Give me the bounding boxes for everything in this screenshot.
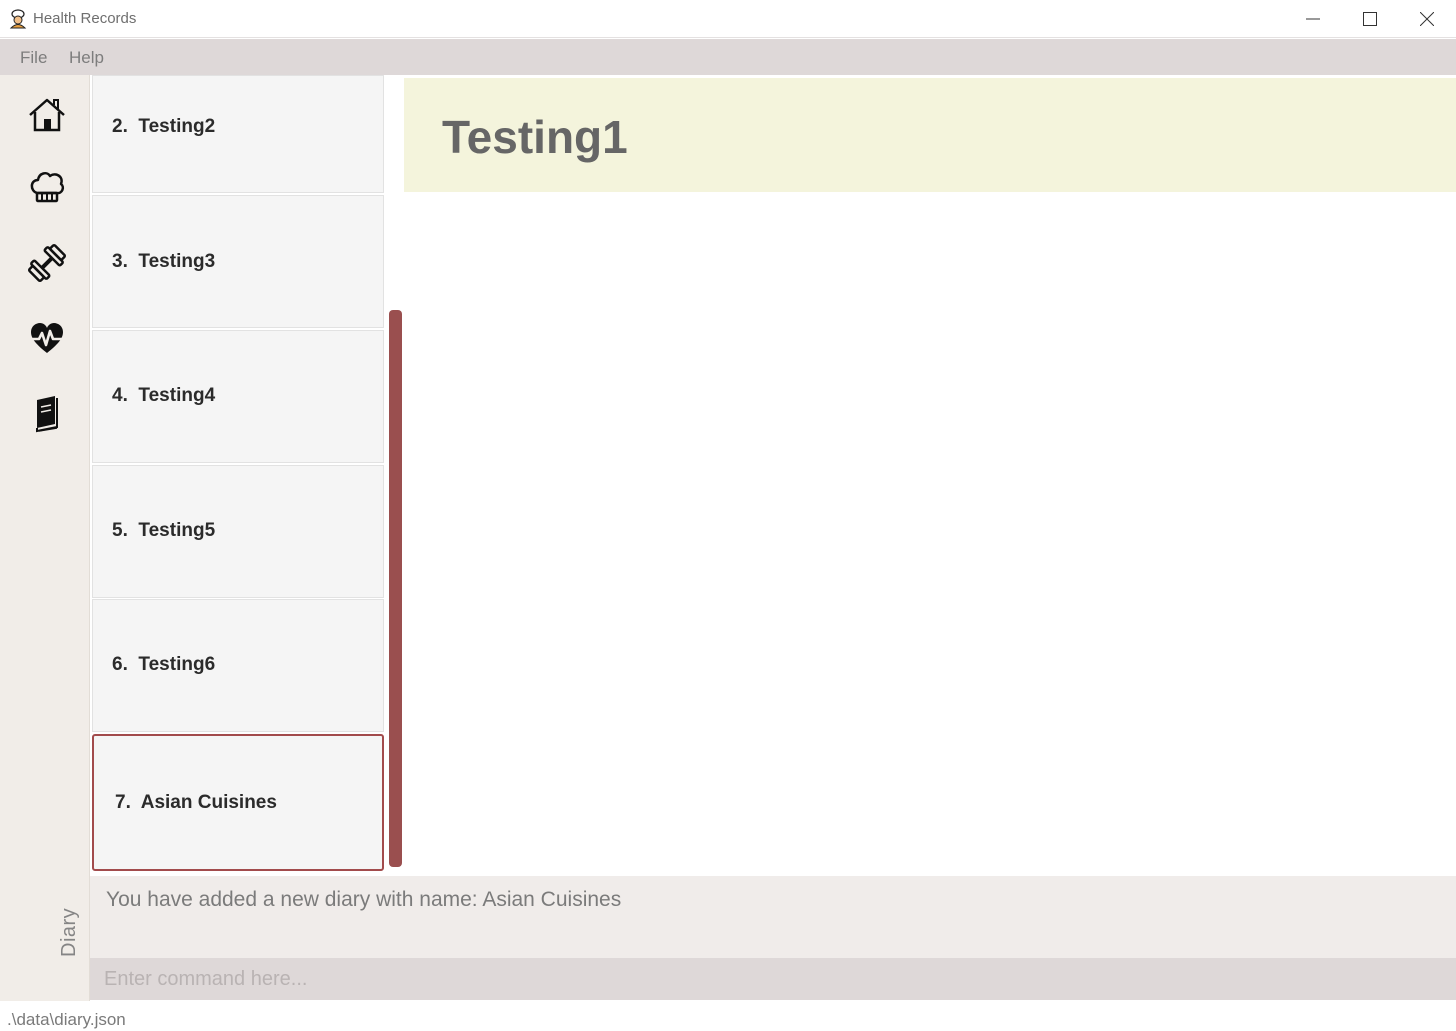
list-item[interactable]: 6. Testing6 [92, 599, 384, 732]
list-item[interactable]: 3. Testing3 [92, 195, 384, 328]
menu-file[interactable]: File [20, 48, 47, 68]
list-item-index: 5. [112, 520, 128, 541]
window-title: Health Records [33, 10, 137, 27]
chef-hat-icon[interactable] [27, 167, 67, 207]
list-item-name: Testing6 [138, 654, 216, 675]
diary-book-icon[interactable] [27, 393, 67, 433]
list-item[interactable]: 4. Testing4 [92, 330, 384, 463]
list-item-index: 4. [112, 385, 128, 406]
maximize-button[interactable] [1341, 0, 1399, 38]
list-scrollbar-thumb[interactable] [389, 310, 402, 867]
list-item-index: 3. [112, 251, 128, 272]
window-titlebar: Health Records [0, 0, 1456, 38]
home-icon[interactable] [27, 95, 67, 135]
list-item-name: Asian Cuisines [140, 792, 277, 813]
result-message: You have added a new diary with name: As… [106, 888, 622, 911]
detail-header: Testing1 [404, 78, 1456, 192]
list-item[interactable]: 2. Testing2 [92, 75, 384, 193]
list-item-index: 6. [112, 654, 128, 675]
menu-help[interactable]: Help [69, 48, 104, 68]
list-item-selected[interactable]: 7. Asian Cuisines [92, 734, 384, 871]
command-box [90, 958, 1456, 1000]
diary-list: 2. Testing2 3. Testing3 4. Testing4 5. T… [90, 75, 404, 875]
list-item-name: Testing5 [138, 520, 216, 541]
detail-panel: Testing1 [404, 75, 1456, 875]
list-item-index: 7. [115, 792, 131, 813]
sidebar-section-label: Diary [58, 907, 80, 957]
dumbbell-icon[interactable] [27, 243, 67, 283]
heartbeat-icon[interactable] [27, 319, 67, 359]
list-item-name: Testing3 [138, 251, 216, 272]
status-bar: .\data\diary.json [0, 1001, 1456, 1031]
close-icon [1420, 12, 1434, 26]
result-display: You have added a new diary with name: As… [90, 876, 1456, 958]
sidebar: Diary [0, 75, 90, 1001]
chef-icon [8, 9, 28, 29]
minimize-button[interactable] [1284, 0, 1342, 38]
list-item-name: Testing4 [138, 385, 216, 406]
list-item-name: Testing2 [138, 116, 216, 137]
maximize-icon [1363, 12, 1377, 26]
save-location-path: .\data\diary.json [7, 1010, 126, 1029]
close-button[interactable] [1398, 0, 1456, 38]
list-item-index: 2. [112, 116, 128, 137]
minimize-icon [1306, 18, 1320, 20]
menu-bar: File Help [0, 39, 1456, 75]
list-item[interactable]: 5. Testing5 [92, 465, 384, 598]
command-input[interactable] [90, 958, 1456, 1000]
detail-title: Testing1 [442, 111, 628, 163]
